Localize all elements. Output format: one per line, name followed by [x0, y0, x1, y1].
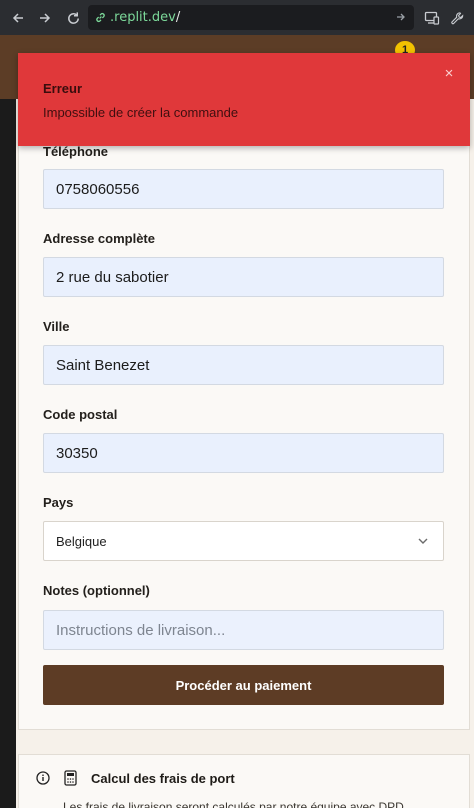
- url-text: .replit.dev/: [110, 10, 180, 25]
- left-edge: [0, 99, 16, 808]
- city-field[interactable]: Saint Benezet: [43, 345, 444, 385]
- proceed-to-payment-button[interactable]: Procéder au paiement: [43, 665, 444, 705]
- postal-code-field[interactable]: 30350: [43, 433, 444, 473]
- shipping-title: Calcul des frais de port: [91, 771, 235, 786]
- url-domain: .replit.dev: [110, 10, 176, 25]
- toast-message: Impossible de créer la commande: [43, 105, 239, 120]
- close-icon[interactable]: ×: [442, 65, 456, 82]
- error-toast: Erreur Impossible de créer la commande ×: [18, 53, 470, 146]
- wrench-icon[interactable]: [446, 7, 468, 29]
- address-bar[interactable]: .replit.dev/: [88, 5, 414, 30]
- toast-title: Erreur: [43, 81, 83, 96]
- go-arrow-icon[interactable]: [394, 10, 408, 24]
- shipping-description: Les frais de livraison seront calculés p…: [63, 800, 404, 808]
- devices-icon[interactable]: [421, 7, 443, 29]
- city-label: Ville: [43, 319, 70, 334]
- notes-field[interactable]: Instructions de livraison...: [43, 610, 444, 650]
- info-icon: [36, 771, 50, 785]
- reload-icon[interactable]: [62, 7, 84, 29]
- address-label: Adresse complète: [43, 231, 155, 246]
- browser-toolbar: .replit.dev/: [0, 0, 474, 35]
- phone-field[interactable]: 0758060556: [43, 169, 444, 209]
- country-select[interactable]: Belgique: [43, 521, 444, 561]
- calculator-icon: [64, 770, 78, 786]
- postal-code-label: Code postal: [43, 407, 118, 422]
- forward-arrow-icon[interactable]: [34, 7, 56, 29]
- address-field[interactable]: 2 rue du sabotier: [43, 257, 444, 297]
- chevron-down-icon: [417, 535, 429, 547]
- country-label: Pays: [43, 495, 74, 510]
- back-arrow-icon[interactable]: [7, 7, 29, 29]
- link-icon: [94, 11, 108, 25]
- country-selected-value: Belgique: [56, 533, 107, 549]
- notes-label: Notes (optionnel): [43, 583, 150, 598]
- url-path: /: [175, 10, 181, 25]
- phone-label: Téléphone: [43, 144, 109, 159]
